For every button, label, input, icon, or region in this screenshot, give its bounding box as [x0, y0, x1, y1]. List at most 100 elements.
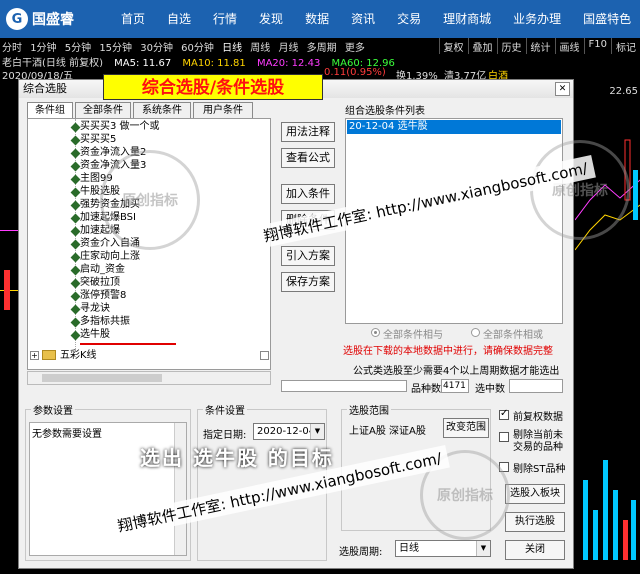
tree-item[interactable]: 买买买5 — [80, 133, 116, 146]
period-toolbar: 分时 1分钟 5分钟 15分钟 30分钟 60分钟 日线 周线 月线 多周期 更… — [0, 38, 640, 54]
target-caption: 选出 选牛股 的目标 — [140, 446, 334, 470]
date-label: 指定日期: — [203, 430, 247, 441]
stock-count-label: 品种数 — [411, 384, 441, 395]
period-1min[interactable]: 1分钟 — [30, 43, 56, 54]
warning-text: 选股在下载的本地数据中进行，请确保数据完整 — [343, 346, 553, 357]
tree-leaf-icon — [70, 200, 81, 211]
view-formula-button[interactable]: 查看公式 — [281, 148, 335, 168]
param-group-label: 参数设置 — [31, 402, 75, 417]
tree-item[interactable]: 涨停预警8 — [80, 289, 126, 302]
nav-item-wealth-mall[interactable]: 理财商城 — [432, 0, 502, 38]
period-5min[interactable]: 5分钟 — [65, 43, 91, 54]
tree-leaf-icon — [70, 317, 81, 328]
chart-ma-line: 老白干酒(日线 前复权) MA5: 11.67 MA10: 11.81 MA20… — [0, 54, 640, 67]
tab-all-conditions[interactable]: 全部条件 — [75, 102, 131, 118]
checkbox-adjusted-data[interactable] — [499, 408, 509, 420]
chart-left-edge — [0, 80, 18, 570]
tree-leaf-icon — [70, 226, 81, 237]
tree-item[interactable]: 启动_资金 — [80, 263, 125, 276]
chevron-down-icon[interactable]: ▼ — [310, 424, 324, 439]
date-value: 2020-12-04 — [257, 426, 316, 437]
tree-leaf-icon — [70, 135, 81, 146]
nav-item-data[interactable]: 数据 — [294, 0, 340, 38]
tree-leaf-icon — [70, 148, 81, 159]
add-to-block-button[interactable]: 选股入板块 — [505, 484, 565, 504]
period-60min[interactable]: 60分钟 — [181, 43, 214, 54]
tab-condition-group[interactable]: 条件组 — [27, 102, 73, 119]
nav-item-features[interactable]: 国盛特色 — [572, 0, 640, 38]
condition-list-header: 组合选股条件列表 — [345, 106, 425, 117]
condition-list-item[interactable]: 20-12-04 选牛股 — [347, 120, 561, 134]
ma10-value: MA10: 11.81 — [182, 58, 246, 67]
toolbar-adjust[interactable]: 复权 — [438, 38, 468, 54]
radio-and[interactable] — [371, 328, 380, 337]
checkbox-exclude-untraded[interactable] — [499, 432, 509, 442]
period-intraday[interactable]: 分时 — [2, 43, 22, 54]
nav-item-discover[interactable]: 发现 — [248, 0, 294, 38]
period-day[interactable]: 日线 — [222, 43, 242, 54]
period-select[interactable]: 日线 ▼ — [395, 540, 491, 557]
checkbox-exclude-st-label: 剔除ST品种 — [513, 464, 566, 475]
tree-item[interactable]: 庄家动向上涨 — [80, 250, 140, 263]
radio-and-label: 全部条件相与 — [383, 330, 443, 341]
selection-underline — [80, 343, 176, 345]
tree-leaf-icon — [70, 187, 81, 198]
tree-leaf-icon — [70, 213, 81, 224]
tab-user-conditions[interactable]: 用户条件 — [193, 102, 253, 118]
folder-icon — [42, 350, 56, 360]
explain-button[interactable]: 用法注释 — [281, 122, 335, 142]
toolbar-f10[interactable]: F10 — [583, 38, 611, 54]
toolbar-draw[interactable]: 画线 — [554, 38, 584, 54]
toolbar-stats[interactable]: 统计 — [525, 38, 555, 54]
watermark-stamp: 原创指标 — [100, 150, 200, 250]
checkbox-adjusted-label: 前复权数据 — [513, 412, 563, 423]
tree-item-selected[interactable]: 选牛股 — [80, 328, 110, 341]
period-multi[interactable]: 多周期 — [307, 43, 337, 54]
tree-item[interactable]: 多指标共振 — [80, 315, 130, 328]
chart-title: 老白干酒(日线 前复权) — [2, 58, 103, 67]
period-more[interactable]: 更多 — [345, 43, 365, 54]
condition-group-label: 条件设置 — [203, 402, 247, 417]
toolbar-mark[interactable]: 标记 — [611, 38, 640, 54]
scrollbar-thumb[interactable] — [42, 374, 162, 382]
nav-item-trade[interactable]: 交易 — [386, 0, 432, 38]
title-banner: 综合选股/条件选股 — [103, 74, 323, 100]
tree-leaf-icon — [70, 174, 81, 185]
radio-or[interactable] — [471, 328, 480, 337]
period-15min[interactable]: 15分钟 — [99, 43, 132, 54]
toolbar-history[interactable]: 历史 — [496, 38, 526, 54]
date-picker[interactable]: 2020-12-04 ▼ — [253, 423, 325, 440]
chevron-down-icon[interactable]: ▼ — [476, 541, 490, 556]
ma60-value: MA60: 12.96 — [331, 58, 395, 67]
tree-expand-icon[interactable]: + — [30, 351, 39, 360]
selected-count-label: 选中数 — [475, 384, 505, 395]
range-group-label: 选股范围 — [347, 402, 391, 417]
tree-item[interactable]: 寻龙诀 — [80, 302, 110, 315]
tree-horizontal-scrollbar[interactable] — [27, 371, 271, 385]
add-condition-button[interactable]: 加入条件 — [281, 184, 335, 204]
tree-leaf-icon — [70, 265, 81, 276]
save-plan-button[interactable]: 保存方案 — [281, 272, 335, 292]
period-30min[interactable]: 30分钟 — [140, 43, 173, 54]
nav-item-watchlist[interactable]: 自选 — [156, 0, 202, 38]
tab-system-conditions[interactable]: 系统条件 — [133, 102, 191, 118]
app-logo[interactable]: G 国盛睿 — [6, 8, 74, 30]
logo-text: 国盛睿 — [32, 12, 74, 28]
import-plan-button[interactable]: 引入方案 — [281, 246, 335, 266]
nav-item-home[interactable]: 首页 — [110, 0, 156, 38]
toolbar-overlay[interactable]: 叠加 — [467, 38, 497, 54]
main-nav: 首页 自选 行情 发现 数据 资讯 交易 理财商城 业务办理 国盛特色 — [110, 0, 640, 38]
tree-folder-label[interactable]: 五彩K线 — [60, 349, 97, 362]
tree-item[interactable]: 买买买3 做一个或 — [80, 120, 160, 133]
nav-item-news[interactable]: 资讯 — [340, 0, 386, 38]
dialog-close-icon[interactable]: ✕ — [555, 82, 570, 96]
period-week[interactable]: 周线 — [250, 43, 270, 54]
tree-item[interactable]: 突破拉顶 — [80, 276, 120, 289]
nav-item-business[interactable]: 业务办理 — [502, 0, 572, 38]
run-screen-button[interactable]: 执行选股 — [505, 512, 565, 532]
change-range-button[interactable]: 改变范围 — [443, 418, 489, 438]
period-month[interactable]: 月线 — [278, 43, 298, 54]
tree-checkbox-icon[interactable] — [260, 351, 269, 360]
nav-item-market[interactable]: 行情 — [202, 0, 248, 38]
close-button[interactable]: 关闭 — [505, 540, 565, 560]
